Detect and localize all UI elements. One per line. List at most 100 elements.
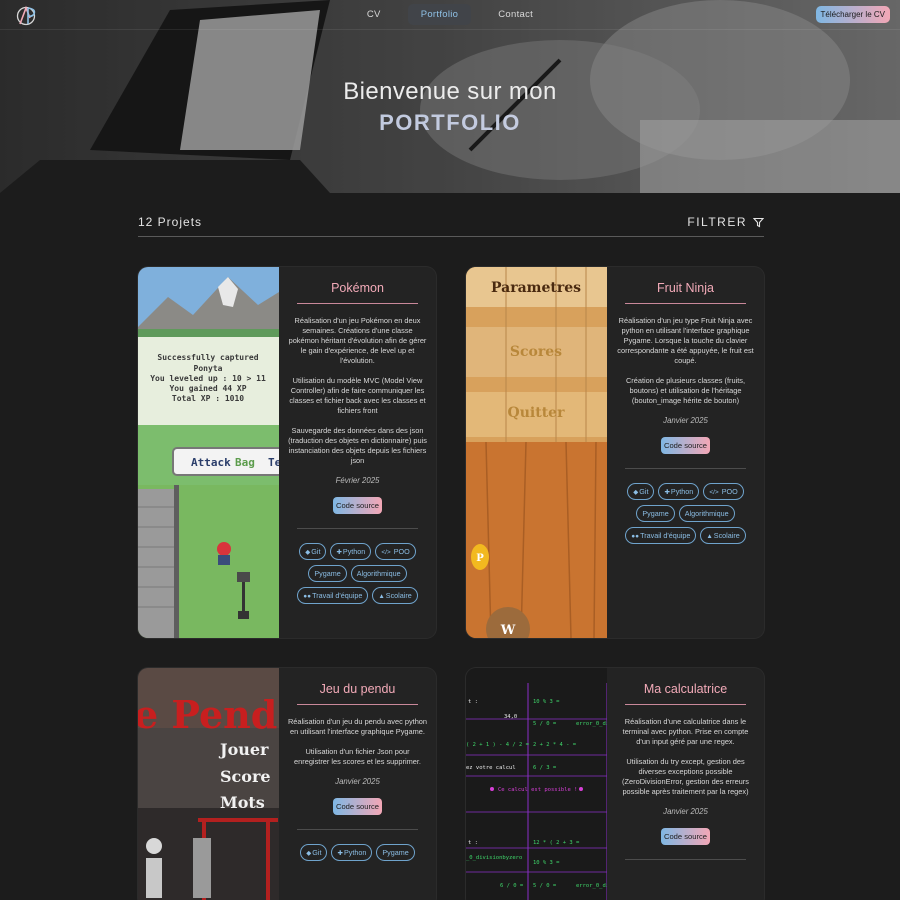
- graduation-cap-icon: ▲: [706, 533, 713, 540]
- project-title: Fruit Ninja: [625, 281, 746, 304]
- term-line: ( 2 + 1 ) - 4 / 2 =: [466, 742, 530, 748]
- project-count: 12 Projets: [138, 215, 203, 229]
- tag-list: ◆Git ✚Python Pygame: [287, 844, 428, 861]
- project-date: Janvier 2025: [335, 777, 380, 786]
- project-card-pendu[interactable]: e Pend Jouer Score Mots Jeu du pendu Réa…: [138, 668, 436, 900]
- project-card-calculatrice[interactable]: t : 10 % 3 = 34,0 5 / 0 = error_0_div ( …: [466, 668, 764, 900]
- project-description: Réalisation d'une calculatrice dans le t…: [615, 717, 756, 797]
- tag-scolaire[interactable]: ▲Scolaire: [372, 587, 418, 604]
- pokemon-name-text: Ponyta: [194, 364, 223, 373]
- project-date: Janvier 2025: [663, 416, 708, 425]
- project-title: Jeu du pendu: [297, 682, 418, 705]
- projects-toolbar: 12 Projets FILTRER: [138, 212, 764, 237]
- python-icon: ✚: [337, 850, 343, 857]
- nav-links: CV Portfolio Contact: [0, 4, 900, 25]
- project-date: Février 2025: [335, 476, 380, 485]
- divider: [297, 829, 418, 830]
- code-icon: </>: [709, 489, 719, 496]
- divider: [625, 859, 746, 860]
- tag-pygame[interactable]: Pygame: [376, 844, 415, 861]
- bag-text: Bag: [235, 456, 255, 469]
- hero-subtitle: PORTFOLIO: [0, 110, 900, 136]
- description-paragraph: Utilisation d'un fichier Json pour enreg…: [294, 747, 421, 766]
- tag-pygame[interactable]: Pygame: [308, 565, 347, 582]
- description-paragraph: Réalisation d'un jeu du pendu avec pytho…: [287, 717, 428, 736]
- project-description: Réalisation d'un jeu type Fruit Ninja av…: [615, 316, 756, 406]
- project-body-pendu: Jeu du pendu Réalisation d'un jeu du pen…: [279, 668, 436, 900]
- term-line: 5 / 0 =: [533, 721, 557, 727]
- project-card-fruit-ninja[interactable]: Parametres Scores Quitter P W Fruit Ninj…: [466, 267, 764, 638]
- p-letter: P: [476, 553, 484, 564]
- description-paragraph: Sauvegarde des données dans des json (tr…: [288, 426, 427, 465]
- description-paragraph: Réalisation d'un jeu type Fruit Ninja av…: [617, 316, 754, 365]
- captured-text: Successfully captured: [157, 353, 258, 362]
- python-icon: ✚: [664, 489, 670, 496]
- pendu-title-text: e Pend: [138, 692, 277, 737]
- term-line: 12 * ( 2 + 3 =: [533, 840, 580, 846]
- parametres-text: Parametres: [491, 280, 581, 296]
- graduation-cap-icon: ▲: [378, 593, 385, 600]
- tag-algorithmique[interactable]: Algorithmique: [350, 565, 407, 582]
- score-text: Score: [220, 767, 271, 786]
- description-paragraph: Réalisation d'une calculatrice dans le t…: [622, 717, 749, 746]
- description-paragraph: Utilisation du try except, gestion des d…: [622, 757, 749, 796]
- nav-cv[interactable]: CV: [354, 4, 394, 25]
- gained-text: You gained 44 XP: [169, 383, 246, 393]
- filter-button[interactable]: FILTRER: [687, 215, 764, 229]
- nav-contact[interactable]: Contact: [485, 4, 546, 25]
- tag-pygame[interactable]: Pygame: [636, 505, 675, 522]
- download-cv-button[interactable]: Télécharger le CV: [815, 6, 890, 23]
- tag-list: ◆Git ✚Python </> POO Pygame Algorithmiqu…: [615, 483, 756, 544]
- team-text: Te: [268, 456, 279, 469]
- level-text: You leveled up : 10 > 11: [150, 374, 266, 383]
- term-line: error_0_div: [576, 721, 607, 727]
- tag-algorithmique[interactable]: Algorithmique: [678, 505, 735, 522]
- nav-portfolio[interactable]: Portfolio: [407, 4, 472, 25]
- w-letter: W: [500, 623, 516, 638]
- source-code-button[interactable]: Code source: [660, 828, 711, 845]
- term-line: t :: [468, 840, 478, 846]
- project-title: Ma calculatrice: [625, 682, 746, 705]
- project-image-pendu: e Pend Jouer Score Mots: [138, 668, 279, 900]
- tag-poo[interactable]: </> POO: [375, 543, 416, 560]
- project-title: Pokémon: [297, 281, 418, 304]
- tag-git[interactable]: ◆Git: [300, 844, 328, 861]
- tag-python[interactable]: ✚Python: [330, 543, 372, 560]
- term-line: ez votre calcul: [466, 765, 516, 771]
- project-image-pokemon: Successfully captured Ponyta You leveled…: [138, 267, 279, 638]
- tag-python[interactable]: ✚Python: [658, 483, 700, 500]
- tag-poo[interactable]: </> POO: [703, 483, 744, 500]
- git-icon: ◆: [633, 489, 639, 496]
- total-xp-text: Total XP : 1010: [172, 394, 244, 403]
- users-icon: ●●: [303, 593, 312, 600]
- project-body-pokemon: Pokémon Réalisation d'un jeu Pokémon en …: [279, 267, 436, 638]
- users-icon: ●●: [631, 533, 640, 540]
- git-icon: ◆: [306, 850, 312, 857]
- source-code-button[interactable]: Code source: [660, 437, 711, 454]
- scores-text: Scores: [510, 344, 562, 360]
- project-date: Janvier 2025: [663, 807, 708, 816]
- term-line: 34,0: [504, 714, 517, 720]
- term-line: 10 % 3 =: [533, 860, 560, 866]
- tag-git[interactable]: ◆Git: [299, 543, 327, 560]
- tag-python[interactable]: ✚Python: [331, 844, 373, 861]
- tag-git[interactable]: ◆Git: [627, 483, 655, 500]
- jouer-text: Jouer: [218, 740, 269, 759]
- tag-scolaire[interactable]: ▲Scolaire: [700, 527, 746, 544]
- tag-travail-equipe[interactable]: ●●Travail d'équipe: [625, 527, 697, 544]
- tag-travail-equipe[interactable]: ●●Travail d'équipe: [297, 587, 369, 604]
- project-body-fruit-ninja: Fruit Ninja Réalisation d'un jeu type Fr…: [607, 267, 764, 638]
- project-card-pokemon[interactable]: Successfully captured Ponyta You leveled…: [138, 267, 436, 638]
- source-code-button[interactable]: Code source: [332, 798, 383, 815]
- hero-title: Bienvenue sur mon: [343, 78, 557, 105]
- description-paragraph: Réalisation d'un jeu Pokémon en deux sem…: [288, 316, 427, 365]
- description-paragraph: Utilisation du modèle MVC (Model View Co…: [289, 376, 426, 415]
- mots-text: Mots: [220, 793, 265, 812]
- term-line: 6 / 3 =: [533, 765, 557, 771]
- source-code-button[interactable]: Code source: [332, 497, 383, 514]
- term-line: Ce calcul est possible !: [498, 787, 577, 793]
- funnel-icon: [753, 217, 764, 227]
- code-icon: </>: [381, 549, 391, 556]
- divider: [297, 528, 418, 529]
- filter-label: FILTRER: [687, 215, 747, 229]
